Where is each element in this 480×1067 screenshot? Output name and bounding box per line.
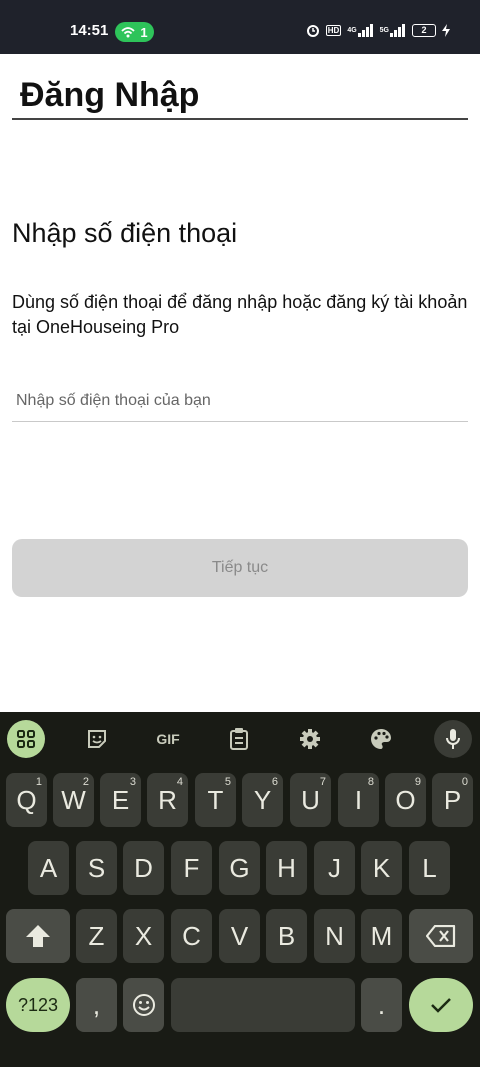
key-i-hint: 8 <box>367 776 374 788</box>
keyboard-toolbar: GIF <box>0 712 480 766</box>
key-t-label: T <box>207 784 224 815</box>
key-w-label: W <box>61 784 86 815</box>
backspace-key[interactable] <box>409 909 473 963</box>
section-heading: Nhập số điện thoại <box>12 218 238 248</box>
login-screen: 14:51 1 HD 4G 5G 2 Đăng Nhập Nhập số điệ… <box>0 0 480 1067</box>
signal-5g-label: 5G <box>379 26 389 34</box>
key-h[interactable]: H <box>266 841 307 895</box>
microphone-icon[interactable] <box>434 720 472 758</box>
shift-key[interactable] <box>6 909 70 963</box>
key-u-hint: 7 <box>319 776 326 788</box>
key-e-hint: 3 <box>129 776 136 788</box>
hd-icon: HD <box>325 24 342 36</box>
signal-5g-icon: 5G <box>379 23 406 37</box>
checkmark-icon <box>431 998 451 1013</box>
hotspot-indicator: 1 <box>115 22 154 42</box>
key-a[interactable]: A <box>28 841 69 895</box>
key-t-hint: 5 <box>224 776 231 788</box>
key-o[interactable]: O9 <box>385 773 426 827</box>
key-j[interactable]: J <box>314 841 355 895</box>
key-r-hint: 4 <box>176 776 183 788</box>
key-o-label: O <box>395 784 416 815</box>
key-y-label: Y <box>253 784 272 815</box>
sticker-icon[interactable] <box>78 720 116 758</box>
alarm-icon <box>306 23 320 37</box>
battery-icon: 2 <box>412 23 436 37</box>
apps-grid-icon[interactable] <box>7 720 45 758</box>
charging-icon <box>442 23 450 37</box>
hotspot-count: 1 <box>140 24 148 40</box>
enter-key[interactable] <box>409 978 473 1032</box>
settings-icon[interactable] <box>291 720 329 758</box>
key-e-label: E <box>111 784 130 815</box>
signal-4g-label: 4G <box>347 26 357 34</box>
key-r[interactable]: R4 <box>147 773 188 827</box>
shift-icon <box>26 925 50 947</box>
key-y[interactable]: Y6 <box>242 773 283 827</box>
clipboard-icon[interactable] <box>220 720 258 758</box>
battery-level: 2 <box>421 25 427 35</box>
key-d[interactable]: D <box>123 841 164 895</box>
key-p-hint: 0 <box>461 776 468 788</box>
key-p-label: P <box>443 784 462 815</box>
key-z[interactable]: Z <box>76 909 117 963</box>
hotspot-icon <box>121 27 136 38</box>
key-b[interactable]: B <box>266 909 307 963</box>
key-u[interactable]: U7 <box>290 773 331 827</box>
key-n[interactable]: N <box>314 909 355 963</box>
key-i[interactable]: I8 <box>338 773 379 827</box>
key-o-hint: 9 <box>414 776 421 788</box>
key-t[interactable]: T5 <box>195 773 236 827</box>
key-w[interactable]: W2 <box>53 773 94 827</box>
period-key[interactable]: . <box>361 978 402 1032</box>
key-i-label: I <box>354 784 363 815</box>
key-q-label: Q <box>16 784 37 815</box>
key-v[interactable]: V <box>219 909 260 963</box>
key-g[interactable]: G <box>219 841 260 895</box>
emoji-icon <box>132 994 155 1016</box>
backspace-icon <box>426 925 456 947</box>
on-screen-keyboard: GIF Q1 W2 E3 R4 T5 Y6 U7 I8 O9 P0 A S D <box>0 712 480 1067</box>
palette-icon[interactable] <box>362 720 400 758</box>
key-k[interactable]: K <box>361 841 402 895</box>
key-c[interactable]: C <box>171 909 212 963</box>
comma-key[interactable]: , <box>76 978 117 1032</box>
key-q[interactable]: Q1 <box>6 773 47 827</box>
emoji-key[interactable] <box>123 978 164 1032</box>
symbols-key[interactable]: ?123 <box>6 978 70 1032</box>
space-key[interactable] <box>171 978 355 1032</box>
status-icons: HD 4G 5G 2 <box>306 23 450 37</box>
key-s[interactable]: S <box>76 841 117 895</box>
status-bar: 14:51 1 HD 4G 5G 2 <box>0 0 480 54</box>
key-u-label: U <box>301 784 320 815</box>
title-divider <box>12 118 468 120</box>
page-title: Đăng Nhập <box>20 76 200 114</box>
key-f[interactable]: F <box>171 841 212 895</box>
continue-button[interactable]: Tiếp tục <box>12 539 468 597</box>
gif-icon[interactable]: GIF <box>149 720 187 758</box>
key-m[interactable]: M <box>361 909 402 963</box>
key-r-label: R <box>158 784 177 815</box>
key-w-hint: 2 <box>82 776 89 788</box>
key-y-hint: 6 <box>271 776 278 788</box>
key-p[interactable]: P0 <box>432 773 473 827</box>
status-time: 14:51 <box>70 22 109 39</box>
description-text: Dùng số điện thoại để đăng nhập hoặc đăn… <box>12 292 468 337</box>
key-x[interactable]: X <box>123 909 164 963</box>
key-q-hint: 1 <box>35 776 42 788</box>
key-e[interactable]: E3 <box>100 773 141 827</box>
signal-4g-icon: 4G <box>347 23 373 37</box>
key-l[interactable]: L <box>409 841 450 895</box>
phone-number-input[interactable] <box>12 380 468 422</box>
